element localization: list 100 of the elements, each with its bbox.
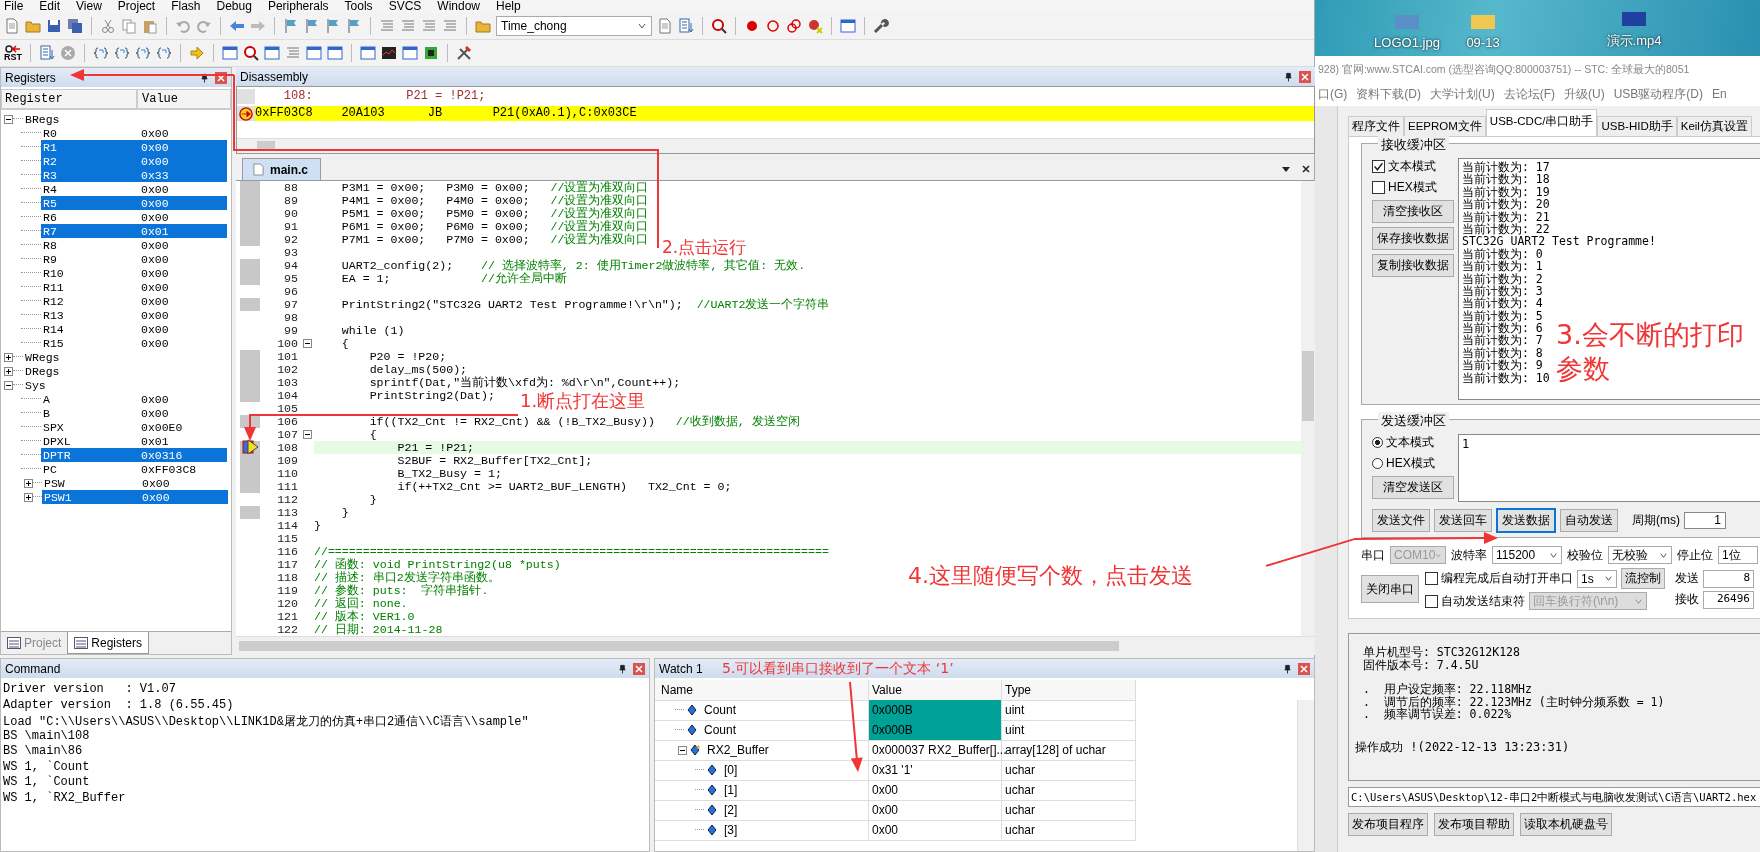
collapse-icon[interactable] xyxy=(302,339,312,348)
register-row[interactable]: DPTR 0x0316 xyxy=(41,448,227,462)
register-row[interactable]: R1 0x00 xyxy=(41,140,227,154)
delay-select[interactable]: 1s xyxy=(1577,569,1617,588)
save-icon[interactable] xyxy=(46,18,62,34)
file-tab[interactable]: main.c xyxy=(242,158,321,180)
button[interactable]: 发送回车 xyxy=(1434,509,1492,532)
chip-icon[interactable] xyxy=(423,45,439,61)
register-group[interactable]: Sys xyxy=(23,378,46,392)
register-row[interactable]: R8 0x00 xyxy=(41,238,227,252)
register-row[interactable]: PSW 0x00 xyxy=(42,476,228,490)
folder-icon[interactable] xyxy=(25,18,41,34)
menu-item[interactable]: Peripherals xyxy=(267,0,329,13)
pin-icon[interactable] xyxy=(1284,71,1293,82)
tab[interactable]: EEPROM文件 xyxy=(1404,116,1486,136)
button[interactable]: 清空发送区 xyxy=(1372,476,1454,499)
radio-button[interactable]: HEX模式 xyxy=(1372,455,1454,472)
arrow-icon[interactable] xyxy=(189,45,205,61)
window-icon[interactable] xyxy=(360,45,376,61)
expand-icon[interactable] xyxy=(4,366,13,376)
register-row[interactable]: R7 0x01 xyxy=(41,224,227,238)
button[interactable]: 发布项目程序 xyxy=(1348,813,1428,836)
save-all-icon[interactable] xyxy=(67,18,83,34)
button[interactable]: 清空接收区 xyxy=(1372,200,1454,223)
register-row[interactable]: R13 0x00 xyxy=(41,308,227,322)
column-header[interactable]: Value xyxy=(869,680,1002,701)
braces-icon[interactable] xyxy=(156,45,172,61)
expand-icon[interactable] xyxy=(4,352,13,362)
register-group[interactable]: DRegs xyxy=(23,364,60,378)
braces-icon[interactable] xyxy=(114,45,130,61)
register-row[interactable]: R9 0x00 xyxy=(41,252,227,266)
search-icon[interactable] xyxy=(711,18,727,34)
checkbox[interactable]: 文本模式 xyxy=(1372,158,1454,175)
register-row[interactable]: SPX 0x00E0 xyxy=(41,420,227,434)
menu-item[interactable]: 资料下载(D) xyxy=(1356,85,1421,103)
baud-select[interactable]: 115200 xyxy=(1492,546,1562,564)
menu-item[interactable]: USB驱动程序(D) xyxy=(1613,85,1703,103)
reset-button[interactable]: RST xyxy=(4,44,22,62)
back-arrow-icon[interactable] xyxy=(229,18,245,34)
button[interactable]: 保存接收数据 xyxy=(1372,227,1454,250)
menu-item[interactable]: Debug xyxy=(216,0,252,13)
stop-bits-select[interactable]: 1位 xyxy=(1718,546,1758,564)
register-row[interactable]: R6 0x00 xyxy=(41,210,227,224)
caret-icon[interactable] xyxy=(1281,164,1291,174)
pin-icon[interactable] xyxy=(618,663,627,674)
menu-item[interactable]: Project xyxy=(117,0,156,13)
column-header[interactable]: Register xyxy=(1,89,137,109)
register-row[interactable]: R0 0x00 xyxy=(41,126,227,140)
flag-icon[interactable] xyxy=(283,18,299,34)
close-icon[interactable] xyxy=(1301,164,1311,174)
folder-icon[interactable] xyxy=(475,18,491,34)
send-text-area[interactable]: 1 xyxy=(1458,434,1760,502)
button[interactable]: 流控制 xyxy=(1621,568,1665,589)
flag-icon[interactable] xyxy=(346,18,362,34)
menu-item[interactable]: Help xyxy=(496,0,521,13)
register-row[interactable]: R12 0x00 xyxy=(41,294,227,308)
menu-item[interactable]: 去论坛(F) xyxy=(1503,85,1555,103)
expand-icon[interactable] xyxy=(24,478,33,488)
register-row[interactable]: R2 0x00 xyxy=(41,154,227,168)
menu-item[interactable]: 升级(U) xyxy=(1564,85,1605,103)
register-group[interactable]: BRegs xyxy=(23,112,60,126)
column-header[interactable]: Type xyxy=(1002,680,1136,701)
checkbox[interactable]: HEX模式 xyxy=(1372,179,1454,196)
tools-icon[interactable] xyxy=(456,45,472,61)
circle-cross-icon[interactable] xyxy=(807,18,823,34)
column-header[interactable]: Name xyxy=(655,680,869,701)
window-icon[interactable] xyxy=(264,45,280,61)
paste-icon[interactable] xyxy=(142,18,158,34)
parity-select[interactable]: 无校验 xyxy=(1608,546,1672,564)
window-icon[interactable] xyxy=(840,18,856,34)
register-row[interactable]: B 0x00 xyxy=(41,406,227,420)
window-icon[interactable] xyxy=(306,45,322,61)
menu-item[interactable]: Tools xyxy=(344,0,373,13)
menu-item[interactable]: Flash xyxy=(171,0,201,13)
file-path-field[interactable]: C:\Users\ASUS\Desktop\12-串口2中断模式与电脑收发测试\C语言\UART2.hex xyxy=(1348,787,1760,807)
menu-item[interactable]: 口(G) xyxy=(1318,85,1348,103)
register-row[interactable]: R3 0x33 xyxy=(41,168,227,182)
document-arrow-icon[interactable] xyxy=(678,18,694,34)
tab[interactable]: USB-CDC/串口助手 xyxy=(1485,109,1598,136)
flag-icon[interactable] xyxy=(304,18,320,34)
window-icon[interactable] xyxy=(327,45,343,61)
tab[interactable]: Keil仿真设置 xyxy=(1676,116,1752,136)
scrollbar[interactable] xyxy=(1297,700,1314,851)
flag-icon[interactable] xyxy=(325,18,341,34)
collapse-icon[interactable] xyxy=(302,430,312,439)
register-row[interactable]: DPXL 0x01 xyxy=(41,434,227,448)
menu-item[interactable]: 大学计划(U) xyxy=(1430,85,1495,103)
register-row[interactable]: R10 0x00 xyxy=(41,266,227,280)
register-row[interactable]: R4 0x00 xyxy=(41,182,227,196)
document-arrow-icon[interactable] xyxy=(39,45,55,61)
button[interactable]: 关闭串口 xyxy=(1361,575,1419,603)
scrollbar[interactable] xyxy=(237,138,1314,153)
search-icon[interactable] xyxy=(243,45,259,61)
register-row[interactable]: R5 0x00 xyxy=(41,196,227,210)
wrench-icon[interactable] xyxy=(873,18,889,34)
button[interactable]: 发送数据 xyxy=(1496,508,1556,533)
window-icon[interactable] xyxy=(402,45,418,61)
pin-icon[interactable] xyxy=(1283,663,1292,674)
collapse-icon[interactable] xyxy=(4,380,13,390)
chart-icon[interactable] xyxy=(381,45,397,61)
